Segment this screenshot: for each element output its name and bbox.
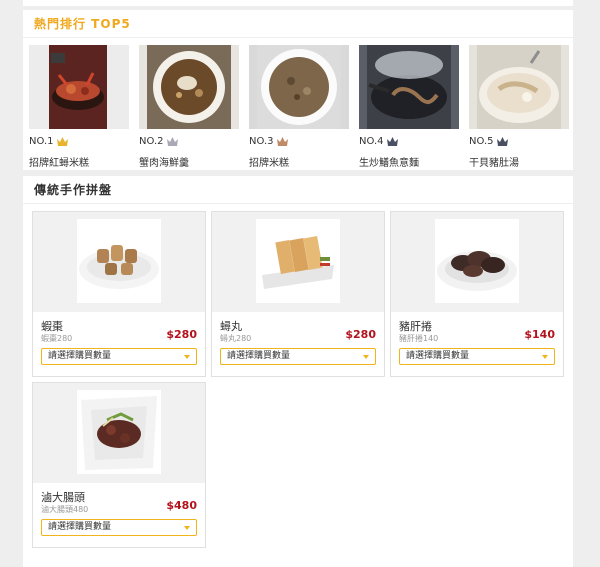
- product-name: 滷大腸頭: [41, 491, 85, 504]
- product-photo[interactable]: [77, 390, 161, 474]
- quantity-select[interactable]: 請選擇購買數量: [41, 348, 197, 365]
- rank-item-5[interactable]: NO.5 干貝豬肚湯: [469, 45, 571, 169]
- product-card: 滷大腸頭 滷大腸頭480 $480 請選擇購買數量: [32, 382, 206, 548]
- quantity-placeholder: 請選擇購買數量: [406, 351, 470, 361]
- dish-photo[interactable]: [29, 45, 129, 129]
- dish-name[interactable]: 招牌米糕: [249, 154, 351, 169]
- dropdown-arrow-icon: [542, 355, 548, 359]
- rank-label: NO.4: [359, 135, 461, 148]
- rank-item-3[interactable]: NO.3 招牌米糕: [249, 45, 351, 169]
- product-name: 蟳丸: [220, 320, 242, 333]
- product-card: 蝦棗 蝦棗280 $280 請選擇購買數量: [32, 211, 206, 377]
- top-strip: [23, 0, 573, 6]
- product-image-area: [391, 212, 563, 312]
- product-price: $480: [166, 499, 197, 512]
- gold-crown-icon: [56, 137, 68, 146]
- rank-number: NO.1: [29, 136, 54, 147]
- dropdown-arrow-icon: [363, 355, 369, 359]
- product-subtitle: 蝦棗280: [41, 334, 73, 343]
- dropdown-arrow-icon: [184, 526, 190, 530]
- dish-photo[interactable]: [139, 45, 239, 129]
- rank-number: NO.2: [139, 136, 164, 147]
- dropdown-arrow-icon: [184, 355, 190, 359]
- dish-photo[interactable]: [249, 45, 349, 129]
- top5-title: 熱門排行 TOP5: [23, 10, 573, 38]
- top5-section: 熱門排行 TOP5 NO.1 招牌紅蟳米糕 NO.2 蟹肉海鮮羹 NO.3 招牌…: [23, 10, 573, 170]
- platter-title: 傳統手作拼盤: [23, 176, 573, 204]
- rank-item-2[interactable]: NO.2 蟹肉海鮮羹: [139, 45, 241, 169]
- product-image-area: [33, 383, 205, 483]
- product-price: $280: [345, 328, 376, 341]
- product-name: 蝦棗: [41, 320, 63, 333]
- dish-photo[interactable]: [469, 45, 569, 129]
- rank-label: NO.1: [29, 135, 131, 148]
- quantity-placeholder: 請選擇購買數量: [48, 351, 112, 361]
- product-price: $140: [524, 328, 555, 341]
- product-subtitle: 豬肝捲140: [399, 334, 439, 343]
- rank-number: NO.3: [249, 136, 274, 147]
- quantity-select[interactable]: 請選擇購買數量: [220, 348, 376, 365]
- product-image-area: [212, 212, 384, 312]
- top5-list: NO.1 招牌紅蟳米糕 NO.2 蟹肉海鮮羹 NO.3 招牌米糕 NO.4 生炒…: [29, 45, 571, 170]
- quantity-placeholder: 請選擇購買數量: [227, 351, 291, 361]
- product-image-area: [33, 212, 205, 312]
- product-photo[interactable]: [435, 219, 519, 303]
- product-name: 豬肝捲: [399, 320, 432, 333]
- quantity-select[interactable]: 請選擇購買數量: [399, 348, 555, 365]
- rank-item-4[interactable]: NO.4 生炒鱔魚意麵: [359, 45, 461, 169]
- silver-crown-icon: [166, 137, 178, 146]
- platter-section: 傳統手作拼盤 蝦棗 蝦棗280 $280 請選擇購買數量 蟳丸 蟳丸280 $2…: [23, 176, 573, 567]
- dish-photo[interactable]: [359, 45, 459, 129]
- bronze-crown-icon: [276, 137, 288, 146]
- product-card: 豬肝捲 豬肝捲140 $140 請選擇購買數量: [390, 211, 564, 377]
- dish-name[interactable]: 生炒鱔魚意麵: [359, 154, 461, 169]
- product-card: 蟳丸 蟳丸280 $280 請選擇購買數量: [211, 211, 385, 377]
- dish-name[interactable]: 蟹肉海鮮羹: [139, 154, 241, 169]
- dish-name[interactable]: 干貝豬肚湯: [469, 154, 571, 169]
- product-subtitle: 蟳丸280: [220, 334, 252, 343]
- product-price: $280: [166, 328, 197, 341]
- rank-item-1[interactable]: NO.1 招牌紅蟳米糕: [29, 45, 131, 169]
- product-photo[interactable]: [77, 219, 161, 303]
- product-subtitle: 滷大腸頭480: [41, 505, 89, 514]
- product-photo[interactable]: [256, 219, 340, 303]
- quantity-select[interactable]: 請選擇購買數量: [41, 519, 197, 536]
- rank-number: NO.4: [359, 136, 384, 147]
- rank-label: NO.5: [469, 135, 571, 148]
- rank-label: NO.3: [249, 135, 351, 148]
- rank-number: NO.5: [469, 136, 494, 147]
- quantity-placeholder: 請選擇購買數量: [48, 522, 112, 532]
- rank-label: NO.2: [139, 135, 241, 148]
- crown-icon: [386, 137, 398, 146]
- dish-name[interactable]: 招牌紅蟳米糕: [29, 154, 131, 169]
- crown-icon: [496, 137, 508, 146]
